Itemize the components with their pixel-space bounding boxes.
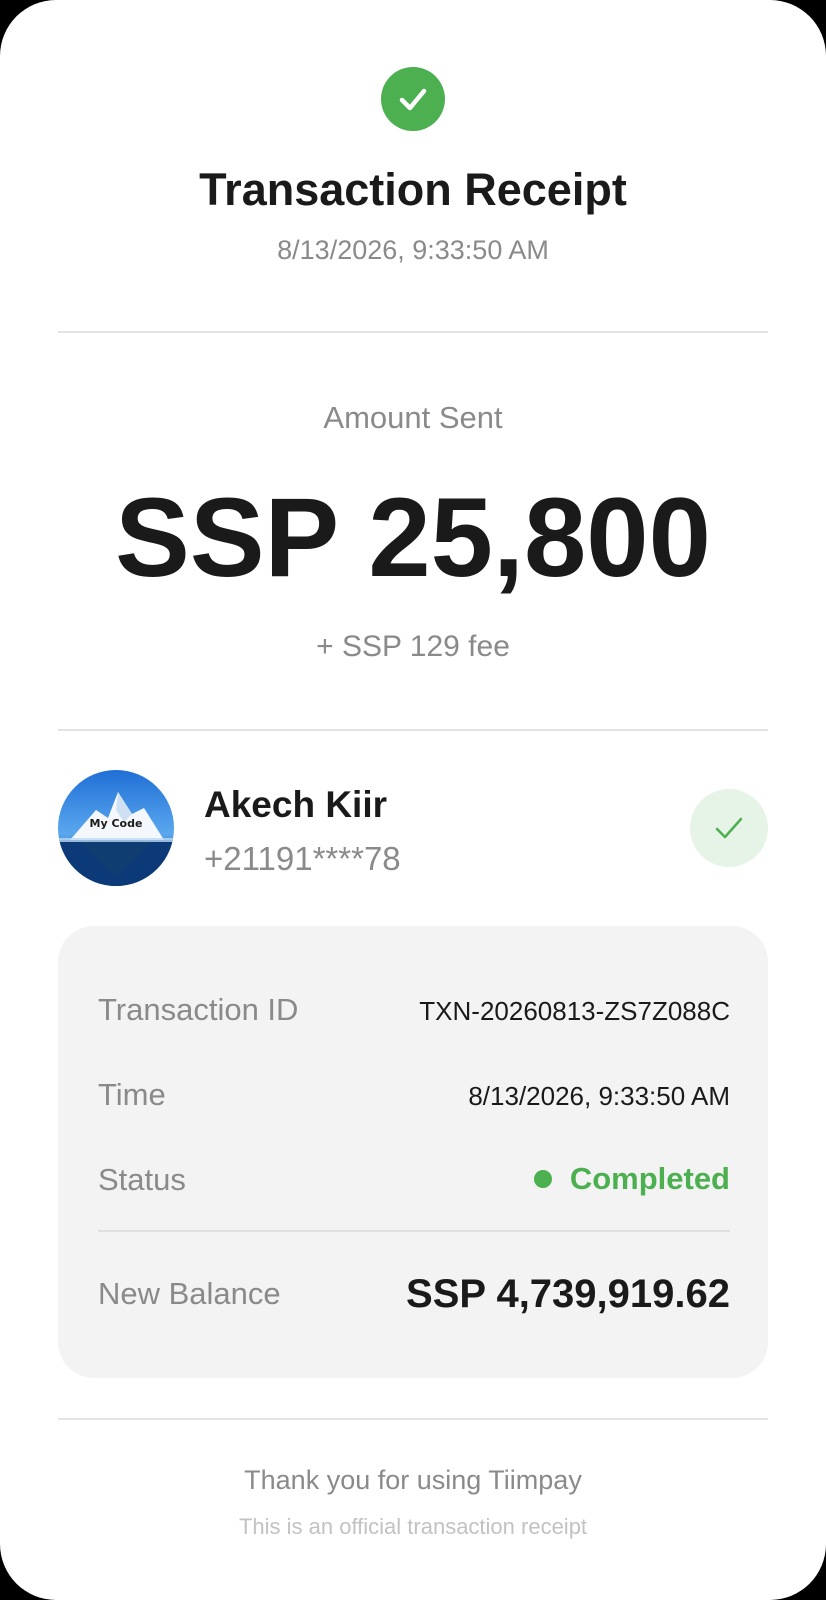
avatar-text: My Code	[90, 817, 143, 830]
time-value: 8/13/2026, 9:33:50 AM	[468, 1081, 730, 1111]
status-label: Status	[98, 1162, 186, 1197]
receipt-title: Transaction Receipt	[199, 164, 627, 215]
receipt-card: Transaction Receipt 8/13/2026, 9:33:50 A…	[0, 0, 826, 1600]
recipient-name: Akech Kiir	[204, 784, 388, 825]
success-check-icon	[381, 67, 445, 131]
new-balance-label: New Balance	[98, 1276, 281, 1311]
new-balance-value: SSP 4,739,919.62	[406, 1272, 730, 1316]
amount-value: SSP 25,800	[115, 475, 711, 600]
divider	[58, 331, 768, 333]
receipt-datetime: 8/13/2026, 9:33:50 AM	[277, 235, 549, 265]
transaction-id-label: Transaction ID	[98, 992, 299, 1027]
status-value: Completed	[533, 1161, 730, 1197]
divider	[98, 1230, 730, 1232]
divider	[58, 1418, 768, 1420]
status-dot-icon	[533, 1170, 552, 1188]
time-label: Time	[98, 1077, 166, 1112]
divider	[58, 729, 768, 731]
recipient-phone: +21191****78	[204, 840, 401, 877]
transaction-id-value: TXN-20260813-ZS7Z088C	[419, 996, 730, 1026]
fee-text: + SSP 129 fee	[316, 630, 510, 663]
recipient-avatar: My Code	[58, 770, 174, 886]
verified-check-icon	[690, 789, 768, 867]
thank-you-text: Thank you for using Tiimpay	[244, 1465, 582, 1495]
status-text: Completed	[569, 1161, 730, 1196]
transaction-details-panel: Transaction ID TXN-20260813-ZS7Z088C Tim…	[58, 926, 768, 1378]
amount-label: Amount Sent	[323, 400, 503, 435]
official-note: This is an official transaction receipt	[238, 1514, 588, 1539]
